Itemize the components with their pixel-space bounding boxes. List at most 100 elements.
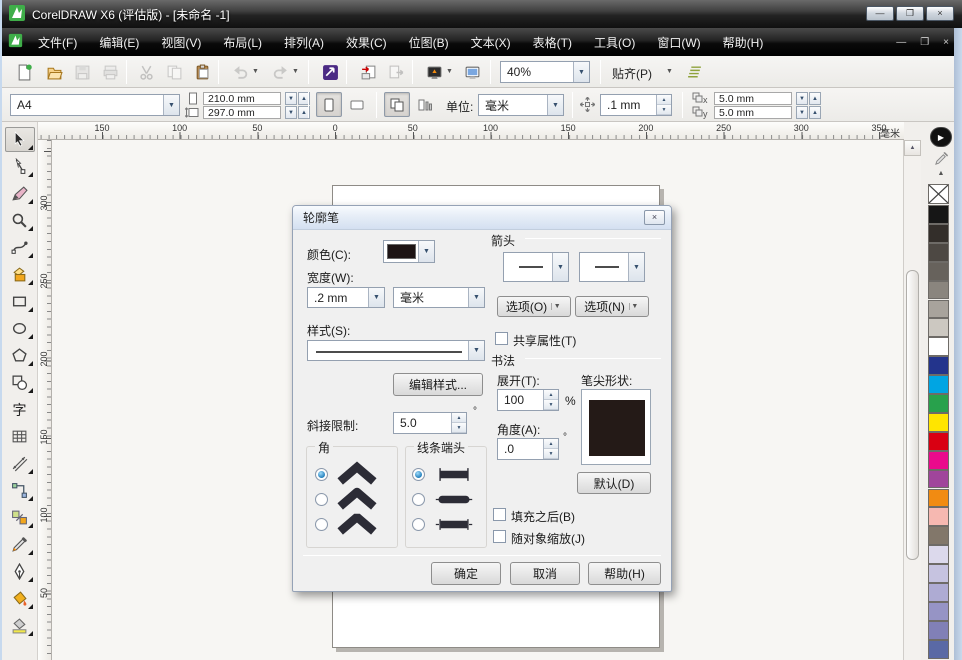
scale-with-object-checkbox[interactable]: [493, 530, 506, 543]
palette-swatch-lavender-4[interactable]: [928, 602, 949, 621]
nudge-offset-field[interactable]: .1 mm ▲▼: [600, 94, 672, 116]
duplicate-x-field[interactable]: 5.0 mm: [714, 92, 792, 105]
portrait-button[interactable]: [316, 92, 342, 117]
undo-dropdown-icon[interactable]: ▼: [250, 68, 261, 75]
palette-swatch-10-black[interactable]: [928, 318, 949, 337]
palette-swatch-cyan[interactable]: [928, 375, 949, 394]
palette-swatch-purple[interactable]: [928, 470, 949, 489]
freehand-tool[interactable]: [5, 235, 35, 260]
search-replace-icon[interactable]: [318, 60, 342, 84]
menu-item-effects[interactable]: 效果(C): [335, 30, 398, 55]
cap-square-radio[interactable]: [412, 518, 425, 531]
chevron-down-icon[interactable]: ▼: [418, 241, 434, 262]
app-launcher-icon[interactable]: [422, 60, 446, 84]
menu-item-table[interactable]: 表格(T): [522, 30, 583, 55]
cancel-button[interactable]: 取消: [510, 562, 580, 585]
palette-swatch-black[interactable]: [928, 205, 949, 224]
palette-swatch-70-black[interactable]: [928, 262, 949, 281]
chevron-down-icon[interactable]: ▼: [547, 95, 563, 115]
share-attributes-checkbox[interactable]: [495, 332, 508, 345]
menu-item-help[interactable]: 帮助(H): [712, 30, 775, 55]
pick-tool[interactable]: [5, 127, 35, 152]
chevron-down-icon[interactable]: ▼: [573, 62, 589, 82]
palette-swatch-lavender-3[interactable]: [928, 583, 949, 602]
page-height-field[interactable]: 297.0 mm: [203, 106, 281, 119]
snap-to-label[interactable]: 贴齐(P): [612, 65, 652, 82]
palette-flyout-button[interactable]: ▶: [930, 127, 952, 147]
chevron-down-icon[interactable]: ▼: [468, 341, 484, 360]
dialog-title-bar[interactable]: 轮廓笔: [293, 206, 671, 230]
all-pages-button[interactable]: [384, 92, 410, 117]
duplicate-y-spinner[interactable]: ▼▲: [795, 106, 821, 119]
fill-tool[interactable]: [5, 586, 35, 611]
palette-swatch-blue-violet[interactable]: [928, 640, 949, 659]
chevron-down-icon[interactable]: ▼: [368, 288, 384, 307]
zoom-level-combo[interactable]: 40%▼: [500, 61, 590, 83]
app-launcher-dropdown-icon[interactable]: ▼: [444, 68, 455, 75]
redo-dropdown-icon[interactable]: ▼: [290, 68, 301, 75]
help-button[interactable]: 帮助(H): [588, 562, 661, 585]
menu-item-bitmaps[interactable]: 位图(B): [398, 30, 460, 55]
scroll-up-icon[interactable]: ▲: [904, 140, 921, 156]
welcome-screen-icon[interactable]: [460, 60, 484, 84]
chevron-down-icon[interactable]: ▼: [552, 253, 568, 281]
interactive-fill-tool[interactable]: [5, 613, 35, 638]
print-icon[interactable]: [98, 60, 122, 84]
options-right-button[interactable]: 选项(N) ▼: [575, 296, 649, 317]
snap-options-icon[interactable]: [682, 60, 706, 84]
cut-icon[interactable]: [134, 60, 158, 84]
vertical-scrollbar[interactable]: ▲: [903, 140, 921, 660]
palette-swatch-green[interactable]: [928, 394, 949, 413]
open-icon[interactable]: [42, 60, 66, 84]
start-arrowhead-combo[interactable]: ▼: [503, 252, 569, 282]
cap-round-radio[interactable]: [412, 493, 425, 506]
width-units-combo[interactable]: 毫米▼: [393, 287, 485, 308]
page-preset-combo[interactable]: A4▼: [10, 94, 180, 116]
page-width-spinner[interactable]: ▼▲: [284, 92, 310, 105]
edit-style-button[interactable]: 编辑样式...: [393, 373, 483, 396]
style-combo[interactable]: ▼: [307, 340, 485, 361]
export-icon[interactable]: [384, 60, 408, 84]
title-bar[interactable]: CorelDRAW X6 (评估版) - [未命名 -1] — ❐ ×: [2, 0, 962, 28]
palette-swatch-80-black[interactable]: [928, 243, 949, 262]
shape-tool[interactable]: [5, 154, 35, 179]
table-tool[interactable]: [5, 424, 35, 449]
stretch-field[interactable]: 100 ▲▼: [497, 389, 559, 411]
palette-swatch-yellow[interactable]: [928, 413, 949, 432]
palette-swatch-lavender-1[interactable]: [928, 545, 949, 564]
units-combo[interactable]: 毫米▼: [478, 94, 564, 116]
palette-swatch-lavender-2[interactable]: [928, 564, 949, 583]
save-icon[interactable]: [70, 60, 94, 84]
scrollbar-thumb[interactable]: [906, 270, 919, 560]
outline-color-picker[interactable]: ▼: [383, 240, 435, 263]
menu-item-window[interactable]: 窗口(W): [646, 30, 711, 55]
palette-swatch-red[interactable]: [928, 432, 949, 451]
palette-swatch-taupe[interactable]: [928, 526, 949, 545]
doc-restore-button[interactable]: ❐: [913, 37, 936, 48]
smart-fill-tool[interactable]: [5, 262, 35, 287]
chevron-down-icon[interactable]: ▼: [163, 95, 179, 115]
duplicate-x-spinner[interactable]: ▼▲: [795, 92, 821, 105]
stretch-spinner[interactable]: ▲▼: [543, 390, 558, 410]
chevron-down-icon[interactable]: ▼: [468, 288, 484, 307]
vertical-ruler[interactable]: 30025020015010050: [38, 140, 52, 660]
connector-tool[interactable]: [5, 478, 35, 503]
palette-swatch-no-color[interactable]: [928, 184, 949, 204]
default-button[interactable]: 默认(D): [577, 472, 651, 494]
rectangle-tool[interactable]: [5, 289, 35, 314]
eyedropper-tool[interactable]: [5, 532, 35, 557]
corner-miter-radio[interactable]: [315, 468, 328, 481]
nudge-spinner[interactable]: ▲▼: [656, 95, 671, 115]
palette-swatch-30-black[interactable]: [928, 300, 949, 319]
fill-behind-checkbox[interactable]: [493, 508, 506, 521]
zoom-tool[interactable]: [5, 208, 35, 233]
palette-swatch-blue[interactable]: [928, 356, 949, 375]
close-button[interactable]: ×: [926, 6, 954, 21]
text-tool[interactable]: 字: [5, 397, 35, 422]
menu-item-layout[interactable]: 布局(L): [212, 30, 273, 55]
menu-item-arrange[interactable]: 排列(A): [273, 30, 335, 55]
palette-scroll-up-icon[interactable]: ▲: [930, 170, 952, 177]
maximize-button[interactable]: ❐: [896, 6, 924, 21]
chevron-down-icon[interactable]: ▼: [628, 253, 644, 281]
minimize-button[interactable]: —: [866, 6, 894, 21]
